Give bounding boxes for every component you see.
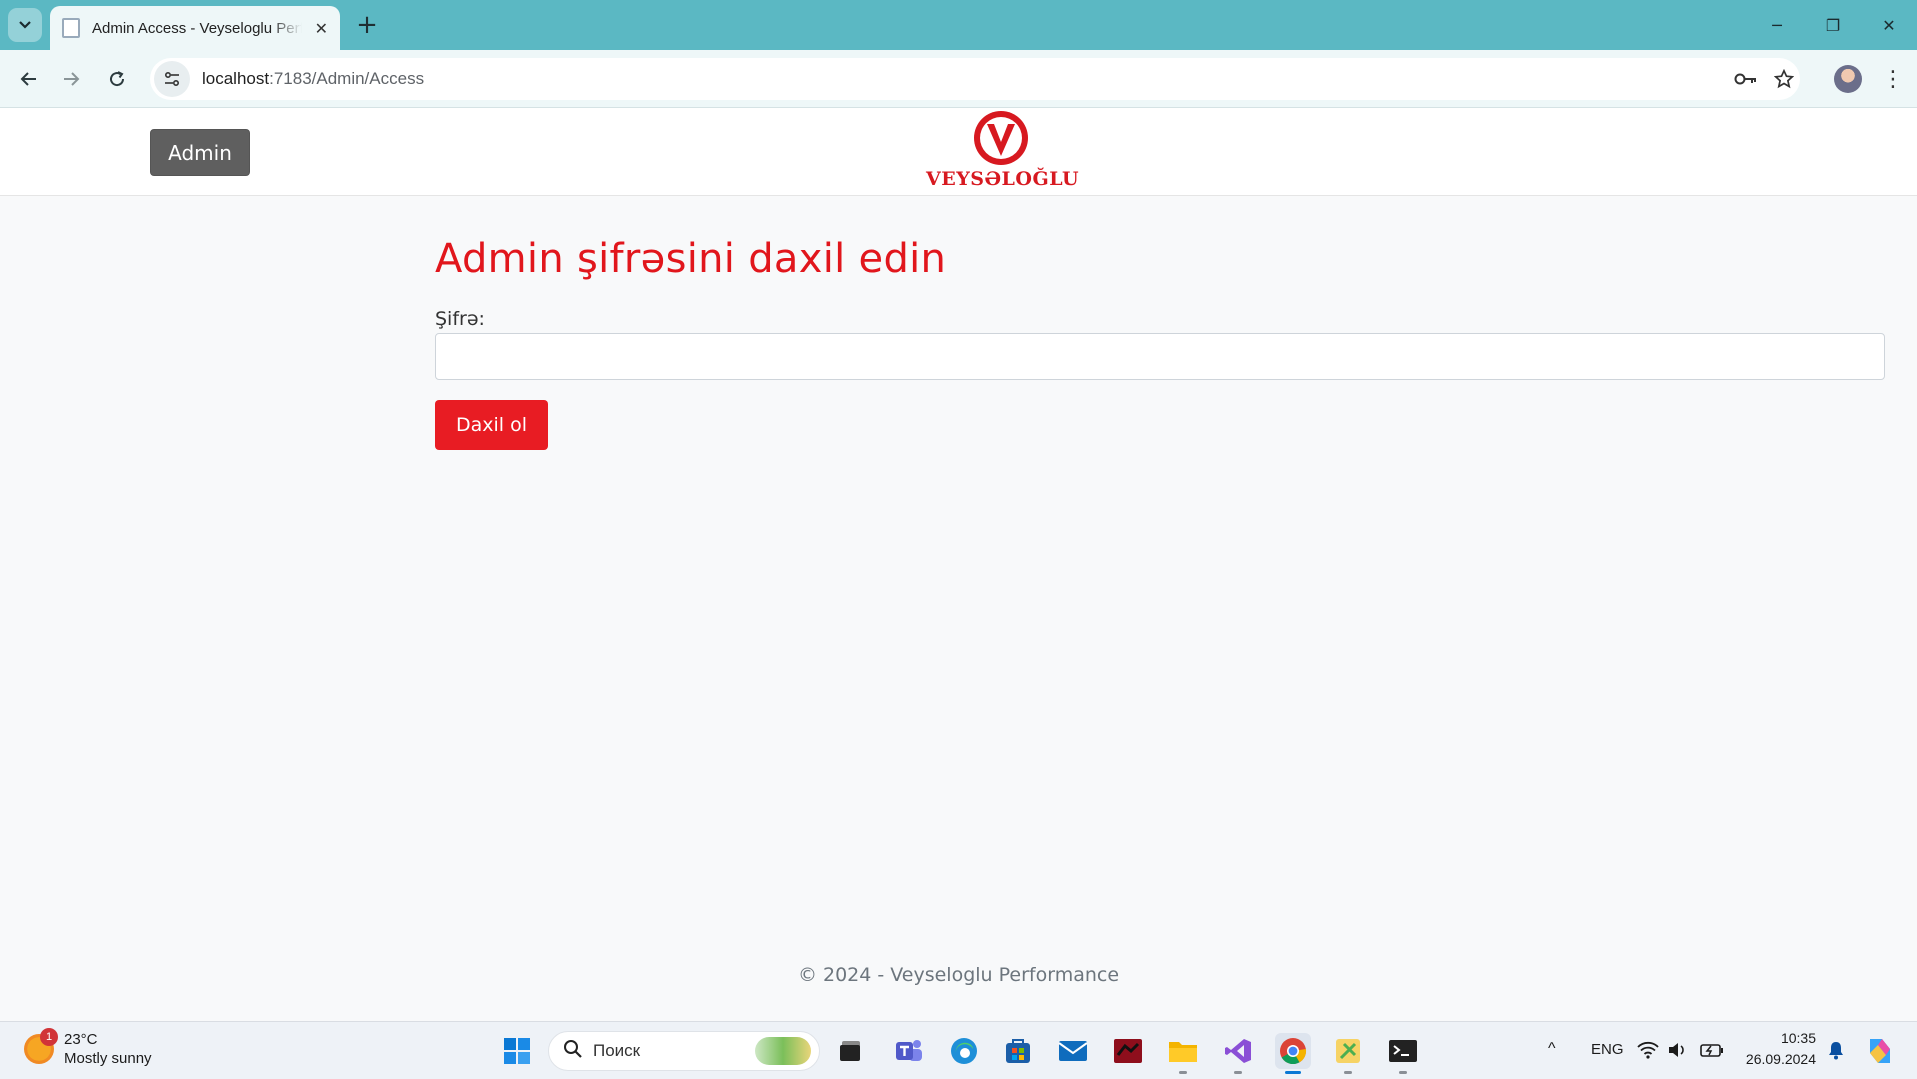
edge-browser-icon[interactable]: [946, 1033, 982, 1069]
close-window-button[interactable]: ✕: [1861, 0, 1917, 50]
tab-close-icon[interactable]: ✕: [315, 19, 328, 38]
search-highlight-image: [755, 1037, 811, 1065]
forward-button[interactable]: [52, 59, 92, 99]
chevron-down-icon: [19, 21, 31, 29]
login-button[interactable]: Daxil ol: [435, 400, 548, 450]
new-tab-button[interactable]: +: [352, 10, 382, 40]
windows-start-icon[interactable]: [499, 1033, 535, 1069]
task-view-icon[interactable]: [833, 1033, 869, 1069]
volume-icon[interactable]: [1664, 1035, 1692, 1065]
teams-icon[interactable]: [891, 1033, 927, 1069]
wifi-icon[interactable]: [1634, 1035, 1662, 1065]
browser-menu-icon[interactable]: ⋮: [1878, 59, 1908, 99]
url-text: localhost:7183/Admin/Access: [202, 69, 425, 88]
browser-tab-bar: Admin Access - Veyseloglu Perf ✕ + ─ ❐ ✕: [0, 0, 1917, 50]
back-button[interactable]: [8, 59, 48, 99]
notification-bell-icon[interactable]: [1824, 1035, 1848, 1065]
temperature: 23°C: [64, 1031, 98, 1048]
weather-description: Mostly sunny: [64, 1050, 152, 1067]
profile-avatar[interactable]: [1834, 65, 1862, 93]
arrow-right-icon: [64, 72, 80, 86]
language-indicator[interactable]: ENG: [1591, 1041, 1624, 1058]
reload-button[interactable]: [97, 59, 137, 99]
address-bar[interactable]: localhost:7183/Admin/Access: [150, 58, 1800, 100]
password-label: Şifrə:: [435, 308, 485, 330]
tab-title: Admin Access - Veyseloglu Perf: [92, 19, 302, 37]
logo-text: VEYSƏLOĞLU: [926, 168, 1080, 190]
chrome-icon[interactable]: [1275, 1033, 1311, 1074]
clock-time[interactable]: 10:35: [1744, 1030, 1816, 1046]
tab-search-button[interactable]: [8, 8, 42, 42]
password-input[interactable]: [435, 333, 1885, 380]
bookmark-star-icon[interactable]: [1764, 58, 1804, 100]
clock-date[interactable]: 26.09.2024: [1740, 1051, 1816, 1067]
notification-badge: 1: [40, 1028, 58, 1046]
sun-icon: 1: [24, 1028, 58, 1064]
mail-icon[interactable]: [1055, 1033, 1091, 1069]
footer-copyright: © 2024 - Veyseloglu Performance: [797, 964, 1120, 986]
site-header: Admin VEYSƏLOĞLU: [0, 108, 1917, 196]
restore-button[interactable]: ❐: [1805, 0, 1861, 50]
arrow-left-icon: [20, 72, 36, 86]
veyseloglu-logo[interactable]: VEYSƏLOĞLU: [926, 110, 1080, 194]
tools-app-icon[interactable]: [1330, 1033, 1366, 1074]
microsoft-store-icon[interactable]: [1000, 1033, 1036, 1069]
windows-taskbar: 1 23°C Mostly sunny Поиск ^ ENG 10:35 26…: [0, 1021, 1917, 1079]
app-icon-red[interactable]: [1110, 1033, 1146, 1069]
battery-icon[interactable]: [1697, 1035, 1727, 1065]
page-icon: [62, 18, 80, 38]
search-placeholder: Поиск: [593, 1041, 641, 1060]
page-title: Admin şifrəsini daxil edin: [435, 236, 947, 282]
browser-toolbar: localhost:7183/Admin/Access ⋮: [0, 50, 1917, 108]
terminal-icon[interactable]: [1385, 1033, 1421, 1074]
minimize-button[interactable]: ─: [1749, 0, 1805, 50]
logo-emblem-icon: [974, 111, 1028, 165]
copilot-icon[interactable]: [1862, 1033, 1898, 1069]
browser-tab-active[interactable]: Admin Access - Veyseloglu Perf ✕: [50, 6, 340, 50]
password-key-icon[interactable]: [1726, 58, 1766, 100]
visual-studio-icon[interactable]: [1220, 1033, 1256, 1074]
chevron-up-icon[interactable]: ^: [1548, 1040, 1556, 1058]
admin-button[interactable]: Admin: [150, 129, 250, 176]
weather-widget[interactable]: 1 23°C Mostly sunny: [24, 1028, 152, 1068]
site-info-icon[interactable]: [154, 61, 190, 97]
reload-icon: [110, 71, 125, 87]
file-explorer-icon[interactable]: [1165, 1033, 1201, 1074]
search-icon: [563, 1039, 583, 1064]
taskbar-search[interactable]: Поиск: [548, 1031, 820, 1071]
